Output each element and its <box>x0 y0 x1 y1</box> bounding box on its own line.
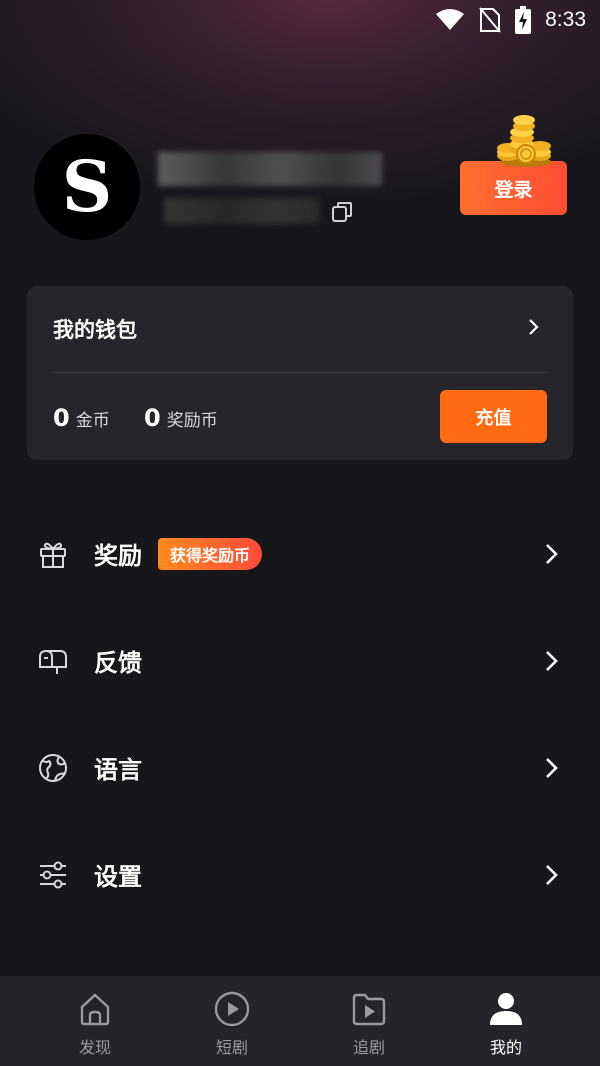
tab-short-drama[interactable]: 短剧 <box>157 976 307 1066</box>
avatar[interactable]: S <box>34 134 140 240</box>
globe-icon <box>37 752 69 784</box>
copy-icon[interactable] <box>330 200 354 224</box>
tab-mine[interactable]: 我的 <box>431 976 581 1066</box>
user-id-redacted <box>164 198 320 224</box>
chevron-right-icon <box>544 542 560 566</box>
recharge-button[interactable]: 充值 <box>440 390 547 443</box>
reward-balance: 0 奖励币 <box>144 404 218 432</box>
no-sim-icon <box>479 7 501 33</box>
wallet-divider <box>53 372 547 373</box>
menu-list: 奖励 获得奖励币 反馈 语言 设置 <box>0 500 600 928</box>
wallet-card: 我的钱包 0 金币 0 奖励币 充值 <box>27 286 573 460</box>
coin-stack-icon <box>492 112 556 168</box>
home-icon <box>76 990 114 1028</box>
menu-item-rewards[interactable]: 奖励 获得奖励币 <box>0 500 600 607</box>
mailbox-icon <box>37 645 69 677</box>
tab-label-following: 追剧 <box>352 1038 385 1057</box>
menu-item-feedback[interactable]: 反馈 <box>0 607 600 714</box>
coin-balance-label: 金币 <box>75 411 110 431</box>
play-circle-icon <box>213 990 251 1028</box>
chevron-right-icon <box>544 756 560 780</box>
menu-label-rewards: 奖励 <box>94 542 142 570</box>
reward-balance-label: 奖励币 <box>166 411 218 431</box>
status-time: 8:33 <box>545 8 586 31</box>
bottom-tab-bar: 发现 短剧 追剧 我的 <box>0 976 600 1066</box>
folder-play-icon <box>350 990 388 1028</box>
coin-balance-value: 0 <box>53 404 70 432</box>
tab-label-discover: 发现 <box>78 1038 111 1057</box>
coin-balance: 0 金币 <box>53 404 110 432</box>
sliders-icon <box>37 859 69 891</box>
gift-icon <box>37 538 69 570</box>
status-bar: 8:33 <box>0 0 600 40</box>
tab-discover[interactable]: 发现 <box>20 976 170 1066</box>
tab-label-short-drama: 短剧 <box>215 1038 248 1057</box>
wifi-icon <box>435 8 465 32</box>
battery-charging-icon <box>515 6 532 34</box>
avatar-letter: S <box>61 145 113 228</box>
login-button[interactable]: 登录 <box>460 161 567 215</box>
menu-item-language[interactable]: 语言 <box>0 714 600 821</box>
chevron-right-icon <box>527 318 541 336</box>
menu-label-feedback: 反馈 <box>94 649 142 677</box>
chevron-right-icon <box>544 863 560 887</box>
menu-label-settings: 设置 <box>94 863 142 891</box>
tab-following[interactable]: 追剧 <box>294 976 444 1066</box>
reward-badge: 获得奖励币 <box>158 538 263 570</box>
reward-balance-value: 0 <box>144 404 161 432</box>
person-icon <box>487 990 525 1028</box>
wallet-title: 我的钱包 <box>53 318 137 342</box>
menu-item-settings[interactable]: 设置 <box>0 821 600 928</box>
tab-label-mine: 我的 <box>489 1038 522 1057</box>
menu-label-language: 语言 <box>94 756 142 784</box>
username-redacted <box>158 152 382 186</box>
chevron-right-icon <box>544 649 560 673</box>
